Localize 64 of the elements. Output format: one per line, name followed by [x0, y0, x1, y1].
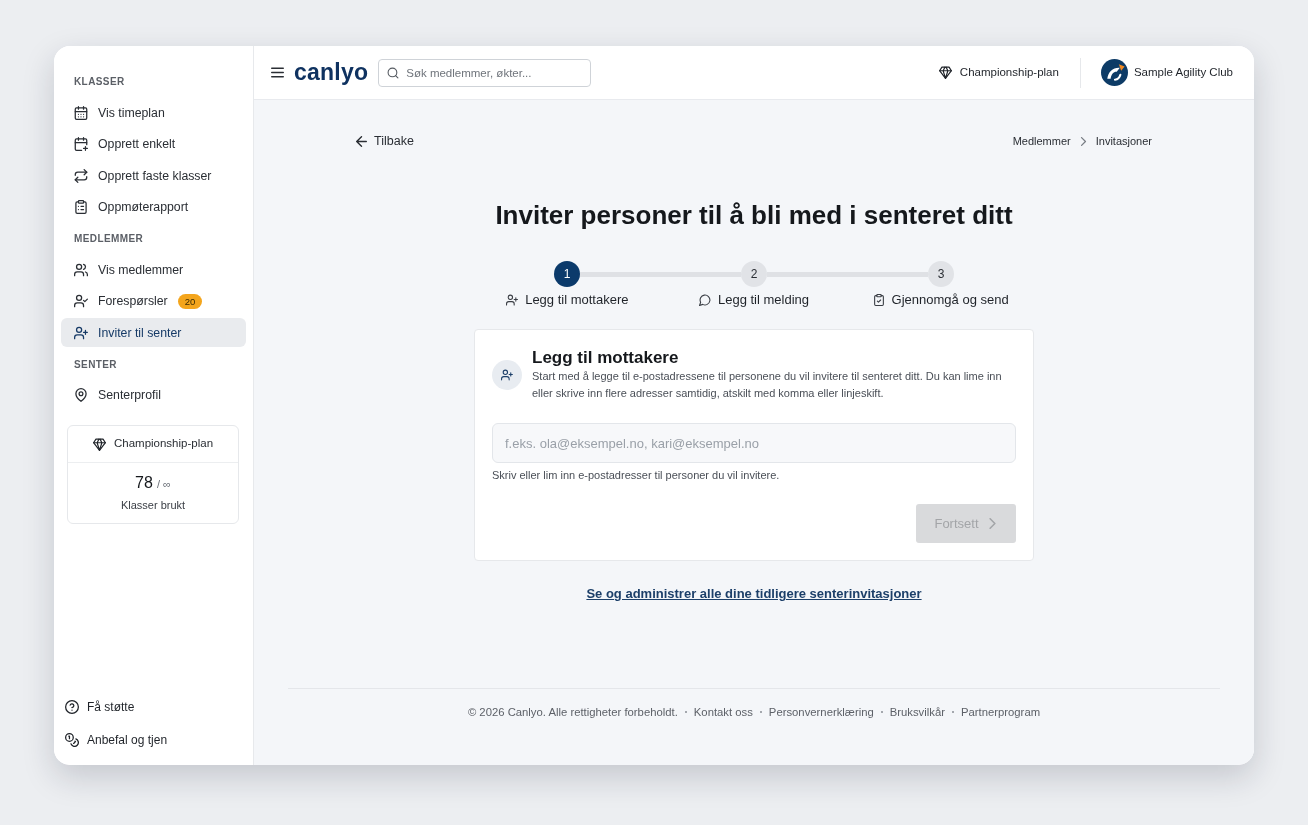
breadcrumb-item[interactable]: Medlemmer	[1012, 132, 1071, 150]
step-number: 2	[741, 261, 767, 287]
breadcrumb-item[interactable]: Invitasjoner	[1095, 132, 1152, 150]
user-plus-icon	[74, 325, 88, 340]
card-title: Legg til mottakere	[532, 348, 680, 368]
footer-link[interactable]: Bruksvilkår	[889, 705, 945, 719]
brand-name: canlyo	[294, 61, 369, 84]
footer-link[interactable]: Kontakt oss	[693, 705, 753, 719]
club-menu[interactable]: Sample Agility Club	[1100, 59, 1233, 86]
count-badge: 20	[177, 293, 203, 309]
usage-count: 78	[135, 473, 153, 493]
step-label: Legg til melding	[717, 291, 809, 309]
repeat-icon	[74, 168, 88, 183]
sidebar-item[interactable]: Senterprofil	[61, 380, 246, 410]
sidebar-item[interactable]: Opprett enkelt	[61, 129, 246, 159]
calendar-icon	[74, 105, 88, 120]
usage-caption: Klasser brukt	[119, 498, 187, 513]
sidebar-item[interactable]: Oppmøterapport	[61, 192, 246, 222]
menu-icon[interactable]	[271, 66, 284, 79]
step-label: Gjennomgå og send	[891, 291, 1009, 309]
clipboard-check-icon	[872, 294, 885, 306]
coins-icon	[65, 732, 79, 747]
map-pin-icon	[74, 388, 88, 403]
chevron-right-icon	[1078, 136, 1088, 146]
card-description: Start med å legge til e-postadressene til personene du vil invitere til senteret ditt. Du kan lime inn eller skrive inn flere adresser samtidig, atskilt med komma eller linjeskift.	[532, 369, 1003, 401]
arrow-left-icon	[356, 135, 367, 147]
search-icon	[387, 66, 400, 79]
diamond-icon	[92, 437, 106, 451]
section-heading: MEDLEMMER	[73, 232, 145, 246]
help-text: Skriv eller lim inn e-postadresser til personer du vil invitere.	[492, 468, 781, 482]
search-field[interactable]: Søk medlemmer, økter...	[378, 58, 592, 87]
club-logo-icon	[1100, 59, 1128, 86]
step-number: 1	[554, 261, 580, 287]
plan-name: Championship-plan	[113, 436, 214, 452]
invitations-link[interactable]: Se og administrer alle dine tidligere senterinvitasjoner	[586, 585, 922, 603]
usage-limit: / ∞	[156, 477, 171, 492]
clipboard-icon	[74, 200, 88, 215]
footer-link[interactable]: Personvernerklæring	[768, 705, 874, 719]
sidebar-item[interactable]: Vis timeplan	[61, 98, 246, 128]
diamond-icon	[938, 66, 952, 79]
chat-bubble-icon	[698, 294, 711, 306]
sidebar-item[interactable]: Forespørsler 20	[61, 286, 246, 316]
sidebar-link[interactable]: Få støtte	[65, 690, 246, 723]
step-number: 3	[928, 261, 954, 287]
user-plus-icon	[506, 294, 519, 306]
users-icon	[74, 262, 88, 277]
plan-link[interactable]: Championship-plan	[938, 63, 1059, 82]
back-link[interactable]: Tilbake	[356, 131, 414, 151]
email-field[interactable]: f.eks. ola@eksempel.no, kari@eksempel.no	[492, 423, 1016, 463]
page-title: Inviter personer til å bli med i senteret ditt	[494, 200, 1014, 230]
copyright-text: © 2026 Canlyo. Alle rettigheter forbeholdt.	[467, 705, 678, 719]
sidebar-item[interactable]: Vis medlemmer	[61, 255, 246, 285]
calendar-plus-icon	[74, 137, 88, 152]
user-plus-icon	[492, 360, 522, 390]
sidebar-item[interactable]: Opprett faste klasser	[61, 161, 246, 191]
sidebar-link[interactable]: Anbefal og tjen	[65, 723, 246, 756]
step-label: Legg til mottakere	[525, 291, 629, 309]
section-heading: KLASSER	[73, 75, 126, 89]
section-heading: SENTER	[73, 357, 118, 372]
sidebar-item[interactable]: Inviter til senter	[61, 318, 246, 348]
user-check-icon	[74, 294, 88, 309]
chevron-right-icon	[986, 518, 998, 529]
footer-link[interactable]: Partnerprogram	[960, 705, 1041, 719]
help-icon	[65, 699, 79, 714]
